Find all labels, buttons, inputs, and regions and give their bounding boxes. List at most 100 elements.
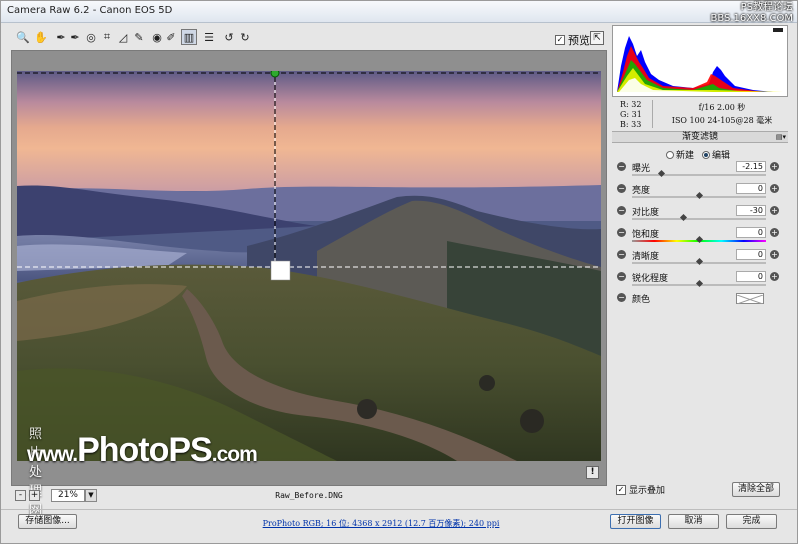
sharpness-row: − 锐化程度 0 + bbox=[612, 270, 788, 292]
sharpness-slider[interactable] bbox=[632, 279, 766, 288]
clarity-label: 清晰度 bbox=[632, 252, 660, 262]
g-label: G: bbox=[620, 110, 630, 119]
spot-removal-tool-icon[interactable]: ✎ bbox=[131, 29, 147, 45]
brightness-plus-button[interactable]: + bbox=[770, 184, 779, 193]
exposure-slider-thumb[interactable] bbox=[658, 169, 666, 178]
filename-label: Raw_Before.DNG bbox=[275, 491, 343, 500]
open-image-button[interactable]: 打开图像 bbox=[610, 514, 661, 529]
brightness-minus-button[interactable]: − bbox=[617, 184, 626, 193]
graduated-filter-overlay[interactable] bbox=[17, 71, 601, 461]
sharpness-slider-thumb[interactable] bbox=[695, 279, 704, 288]
corner-watermark-line2: BBS.16XX8.COM bbox=[710, 13, 793, 24]
saturation-slider[interactable] bbox=[632, 235, 766, 244]
contrast-minus-button[interactable]: − bbox=[617, 206, 626, 215]
saturation-minus-button[interactable]: − bbox=[617, 228, 626, 237]
r-value: 32 bbox=[631, 100, 642, 109]
workflow-options-link[interactable]: ProPhoto RGB; 16 位; 4368 x 2912 (12.7 百万… bbox=[201, 518, 561, 529]
clarity-plus-button[interactable]: + bbox=[770, 250, 779, 259]
saturation-row: − 饱和度 0 + bbox=[612, 226, 788, 248]
readout-panel: R: 32 G: 31 B: 33 f/16 2.00 秒 ISO 100 24… bbox=[612, 98, 788, 130]
mode-edit-radio[interactable] bbox=[702, 151, 711, 159]
adjustment-brush-icon[interactable]: ✐ bbox=[163, 29, 179, 45]
show-overlay-checkbox[interactable]: ✓ bbox=[616, 484, 626, 495]
b-label: B: bbox=[620, 120, 629, 129]
corner-watermark-line1: PS教程论坛 bbox=[740, 2, 793, 13]
hand-tool-icon[interactable]: ✋ bbox=[33, 29, 49, 45]
sharpness-plus-button[interactable]: + bbox=[770, 272, 779, 281]
histogram-graph bbox=[617, 28, 783, 92]
toolbar: 🔍 ✋ ✒ ✒ ◎ ⌗ ◿ ✎ ◉ ✐ ▥ ☰ ↺ ↻ bbox=[11, 28, 607, 48]
r-label: R: bbox=[620, 100, 629, 109]
color-sampler-tool-icon[interactable]: ✒ bbox=[67, 29, 83, 45]
saturation-value-field[interactable]: 0 bbox=[736, 227, 766, 238]
preview-toggle[interactable]: ✓ 预览 bbox=[555, 32, 590, 48]
preferences-icon[interactable]: ☰ bbox=[201, 29, 217, 45]
iso-lens-info: ISO 100 24-105@28 毫米 bbox=[671, 116, 773, 125]
filter-end-handle[interactable] bbox=[270, 260, 291, 281]
panel-menu-icon[interactable]: ▤▾ bbox=[776, 132, 786, 143]
color-swatch[interactable] bbox=[736, 293, 764, 305]
show-overlay-toggle[interactable]: ✓ 显示叠加 bbox=[616, 483, 665, 496]
cancel-button[interactable]: 取消 bbox=[668, 514, 719, 529]
exposure-row: − 曝光 -2.15 + bbox=[612, 160, 788, 182]
color-minus-button[interactable]: − bbox=[617, 293, 626, 302]
mode-new-radio[interactable] bbox=[666, 151, 674, 159]
contrast-row: − 对比度 -30 + bbox=[612, 204, 788, 226]
exposure-label: 曝光 bbox=[632, 164, 651, 174]
rotate-left-icon[interactable]: ↺ bbox=[221, 29, 237, 45]
preview-checkbox[interactable]: ✓ bbox=[555, 35, 565, 45]
color-label: 颜色 bbox=[632, 295, 651, 305]
clear-all-button[interactable]: 清除全部 bbox=[732, 482, 780, 497]
exposure-minus-button[interactable]: − bbox=[617, 162, 626, 171]
preview-label: 预览 bbox=[568, 34, 590, 47]
sharpness-label: 锐化程度 bbox=[632, 274, 669, 284]
targeted-adjustment-tool-icon[interactable]: ◎ bbox=[83, 29, 99, 45]
sharpness-minus-button[interactable]: − bbox=[617, 272, 626, 281]
contrast-slider-thumb[interactable] bbox=[679, 213, 687, 222]
save-image-button[interactable]: 存储图像... bbox=[18, 514, 77, 529]
filter-start-pin[interactable] bbox=[270, 71, 280, 78]
clarity-slider-thumb[interactable] bbox=[695, 257, 704, 266]
contrast-value-field[interactable]: -30 bbox=[736, 205, 766, 216]
exposure-info: f/16 2.00 秒 bbox=[698, 103, 746, 112]
camera-raw-window: Camera Raw 6.2 - Canon EOS 5D PS教程论坛 BBS… bbox=[0, 0, 798, 544]
watermark-tld: .com bbox=[211, 443, 258, 466]
title-bar: Camera Raw 6.2 - Canon EOS 5D PS教程论坛 BBS… bbox=[1, 1, 797, 24]
b-value: 33 bbox=[631, 120, 642, 129]
g-value: 31 bbox=[631, 110, 642, 119]
histogram bbox=[612, 25, 788, 97]
exposure-plus-button[interactable]: + bbox=[770, 162, 779, 171]
readout-separator bbox=[652, 100, 653, 128]
exposure-value-field[interactable]: -2.15 bbox=[736, 161, 766, 172]
clarity-minus-button[interactable]: − bbox=[617, 250, 626, 259]
crop-tool-icon[interactable]: ⌗ bbox=[99, 29, 115, 45]
no-color-icon bbox=[736, 294, 764, 305]
fullscreen-icon[interactable]: ⇱ bbox=[590, 31, 604, 45]
watermark-www: www. bbox=[27, 443, 78, 466]
brightness-value-field[interactable]: 0 bbox=[736, 183, 766, 194]
show-overlay-label: 显示叠加 bbox=[629, 486, 666, 496]
zoom-tool-icon[interactable]: 🔍 bbox=[15, 29, 31, 45]
zoom-bar: - + 21% ▼ Raw_Before.DNG bbox=[11, 488, 607, 504]
contrast-plus-button[interactable]: + bbox=[770, 206, 779, 215]
info-button[interactable]: ! bbox=[586, 466, 599, 479]
clarity-row: − 清晰度 0 + bbox=[612, 248, 788, 270]
footer-divider bbox=[1, 509, 797, 510]
exposure-slider[interactable] bbox=[632, 169, 766, 178]
graduated-filter-icon[interactable]: ▥ bbox=[181, 29, 197, 45]
done-button[interactable]: 完成 bbox=[726, 514, 777, 529]
contrast-slider[interactable] bbox=[632, 213, 766, 222]
rotate-right-icon[interactable]: ↻ bbox=[237, 29, 253, 45]
brightness-slider-thumb[interactable] bbox=[695, 191, 704, 200]
saturation-slider-thumb[interactable] bbox=[695, 235, 704, 244]
window-title: Camera Raw 6.2 - Canon EOS 5D bbox=[7, 5, 173, 16]
watermark-brand-name: PhotoPS bbox=[77, 431, 213, 469]
clarity-slider[interactable] bbox=[632, 257, 766, 266]
brightness-slider[interactable] bbox=[632, 191, 766, 200]
clarity-value-field[interactable]: 0 bbox=[736, 249, 766, 260]
color-row: − 颜色 bbox=[612, 291, 788, 313]
sharpness-value-field[interactable]: 0 bbox=[736, 271, 766, 282]
contrast-label: 对比度 bbox=[632, 208, 660, 218]
saturation-plus-button[interactable]: + bbox=[770, 228, 779, 237]
straighten-tool-icon[interactable]: ◿ bbox=[115, 29, 131, 45]
